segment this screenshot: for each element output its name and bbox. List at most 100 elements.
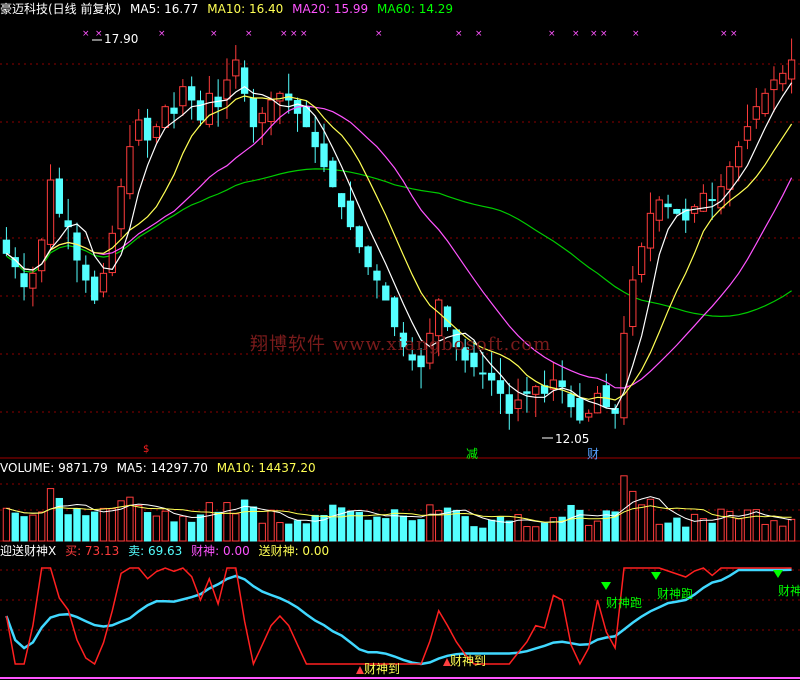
volume-bar — [64, 514, 72, 542]
volume-bar — [214, 511, 222, 542]
volume-bar — [426, 504, 434, 542]
top-x-marker: × — [632, 29, 640, 39]
volume-bar — [196, 514, 205, 542]
candle-body — [337, 193, 346, 208]
volume-bar — [514, 514, 522, 542]
indicator-name: 迎送财神X — [0, 544, 57, 558]
volume-bar — [29, 514, 37, 542]
volume-bar — [267, 509, 275, 542]
candle-body — [73, 232, 81, 261]
indicator-caishen: 财神: 0.00 — [191, 544, 250, 558]
candle-body — [717, 186, 725, 209]
candle-body — [232, 59, 240, 77]
volume-bar — [170, 521, 178, 542]
volume-bar — [285, 523, 293, 542]
top-x-marker: × — [730, 29, 738, 39]
top-x-marker: × — [290, 29, 298, 39]
candle-body — [90, 276, 99, 301]
top-x-marker: × — [210, 29, 218, 39]
candle-body — [223, 79, 231, 100]
candle-body — [196, 100, 205, 121]
candle-body — [82, 264, 90, 281]
volume-bar — [135, 505, 143, 542]
volume-bar — [329, 504, 337, 542]
volume-bar — [690, 513, 699, 542]
down-arrow-icon — [651, 572, 661, 580]
candle-body — [143, 117, 152, 141]
volume-bar — [390, 509, 399, 542]
ma60-value: MA60: 14.29 — [377, 2, 454, 16]
volume-bar — [2, 507, 11, 542]
volume-bar — [99, 507, 108, 542]
volume-bar — [276, 522, 284, 542]
watermark: 翔博软件 www.xiangbosoft.com — [250, 334, 552, 355]
volume-bar — [593, 520, 602, 542]
volume-bar — [126, 496, 134, 542]
volume-bar — [461, 516, 469, 542]
volume-bar — [787, 518, 796, 542]
volume-bar — [567, 504, 575, 542]
volume-bar — [664, 522, 672, 542]
volume-bar — [46, 488, 55, 542]
ma10-value: MA10: 16.40 — [207, 2, 284, 16]
volume-bar — [487, 519, 496, 542]
volume-bar — [82, 515, 90, 542]
volume-bar — [637, 504, 646, 542]
up-arrow-icon — [356, 666, 364, 674]
candle-body — [329, 160, 337, 188]
volume-bar — [549, 517, 558, 542]
volume-bar — [232, 513, 240, 542]
candle-body — [505, 394, 513, 414]
candle-body — [320, 143, 328, 168]
candle-body — [126, 146, 134, 195]
candle-body — [726, 166, 734, 190]
volume-bar — [258, 522, 266, 542]
volume-bar — [532, 526, 540, 542]
volume-bar — [452, 509, 461, 542]
volume-bar — [655, 523, 663, 542]
candle-body — [276, 92, 284, 102]
volume-bar — [682, 526, 690, 542]
candle-body — [188, 86, 196, 101]
volume-bar — [540, 522, 549, 542]
top-x-marker: × — [82, 29, 90, 39]
candle-body — [602, 385, 610, 408]
indicator-lines — [5, 567, 792, 667]
volume-bar — [311, 514, 319, 542]
volume-bar — [205, 502, 213, 542]
caishen-pao-label-3: 财神 — [778, 584, 800, 598]
candle-body — [779, 72, 787, 85]
candle-body — [267, 99, 275, 123]
top-x-marker: × — [548, 29, 556, 39]
volume-bar — [523, 526, 531, 542]
top-x-marker: × — [95, 29, 103, 39]
down-arrow-icon — [773, 570, 783, 578]
indicator-header: 迎送财神X 买: 73.13 卖: 69.63 财神: 0.00 送财神: 0.… — [0, 544, 334, 558]
candle-body — [664, 203, 672, 208]
candle-body — [249, 97, 258, 128]
volume-header: VOLUME: 9871.79 MA5: 14297.70 MA10: 1443… — [0, 461, 321, 475]
top-x-marker: × — [300, 29, 308, 39]
candle-body — [311, 131, 319, 148]
candle-body — [637, 246, 646, 275]
top-x-marker: × — [572, 29, 580, 39]
candle-body — [99, 272, 108, 293]
volume-bar — [699, 518, 708, 542]
volume-bar — [752, 509, 760, 542]
caishen-pao-label-2: 财神跑 — [657, 587, 694, 601]
candle-body — [514, 399, 522, 410]
volume-bar — [161, 510, 169, 542]
volume-bar — [673, 517, 681, 542]
candle-body — [673, 208, 681, 214]
candle-body — [655, 199, 663, 221]
indicator-buy-line — [5, 567, 792, 667]
candle-body — [487, 372, 496, 381]
top-x-marker: × — [158, 29, 166, 39]
candle-body — [479, 372, 487, 375]
candle-body — [355, 226, 363, 248]
candle-body — [240, 67, 249, 94]
volume-bar — [20, 516, 28, 542]
indicator-sell-line — [5, 568, 792, 666]
volume-bar — [505, 520, 513, 542]
candle-body — [787, 59, 796, 80]
